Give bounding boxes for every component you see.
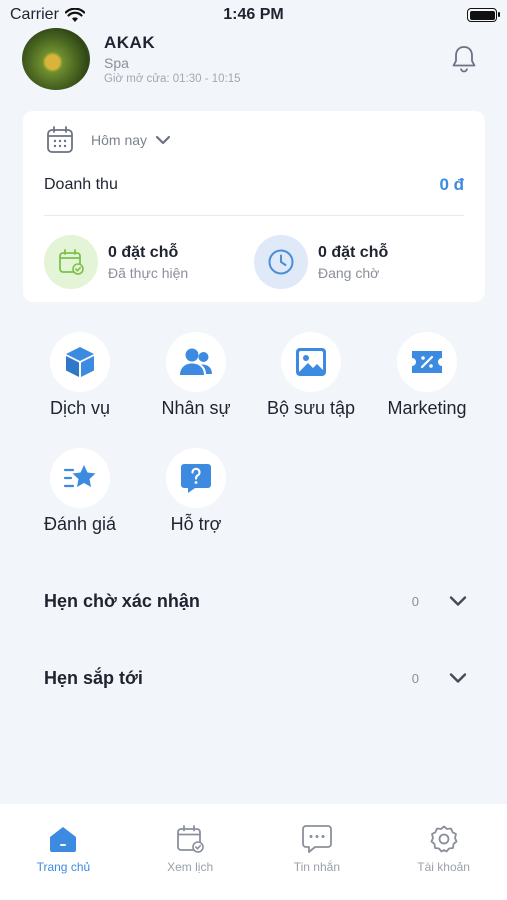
summary-card: Hôm nay Doanh thu 0 đ 0 đặt chỗ Đã thực … <box>23 111 485 302</box>
pending-label: Đang chờ <box>318 264 380 281</box>
upcoming-appointments-title: Hẹn sắp tới <box>44 667 143 688</box>
completed-count: 0 đặt chỗ <box>108 243 179 261</box>
revenue-value: 0 đ <box>439 175 464 194</box>
date-filter-label: Hôm nay <box>91 132 148 148</box>
image-icon <box>296 348 326 376</box>
completed-label: Đã thực hiện <box>108 264 189 281</box>
pending-count: 0 đặt chỗ <box>318 243 389 261</box>
pending-confirmation-count: 0 <box>411 593 419 609</box>
pending-icon-circle <box>254 235 308 289</box>
completed-bookings[interactable]: 0 đặt chỗ Đã thực hiện <box>44 235 188 289</box>
shop-name: AKAK <box>104 33 156 52</box>
feature-staff-label: Nhân sự <box>161 398 231 418</box>
bottom-tab-bar: Trang chủ Xem lịch Tin nhắn Tài khoản <box>0 804 507 900</box>
home-icon <box>50 827 77 852</box>
battery-icon <box>467 8 500 22</box>
tab-calendar-label: Xem lịch <box>167 860 214 874</box>
pending-confirmation-title: Hẹn chờ xác nhận <box>44 590 200 611</box>
ticket-icon <box>412 351 442 373</box>
tab-home-label: Trang chủ <box>36 860 91 874</box>
calendar-icon <box>47 126 73 153</box>
tab-account-label: Tài khoản <box>417 860 470 874</box>
notification-button[interactable] <box>447 42 481 76</box>
users-icon <box>180 348 212 375</box>
clock-icon <box>268 249 294 275</box>
revenue-label: Doanh thu <box>44 176 118 193</box>
upcoming-appointments-count: 0 <box>411 670 419 686</box>
chat-icon <box>301 825 332 853</box>
chevron-down-icon <box>449 673 467 683</box>
upcoming-appointments-row[interactable]: Hẹn sắp tới 0 <box>44 663 467 693</box>
feature-support[interactable]: Hỗ trợ <box>141 448 251 535</box>
feature-services[interactable]: Dịch vụ <box>25 332 135 419</box>
completed-icon-circle <box>44 235 98 289</box>
chevron-down-icon <box>155 135 171 145</box>
tab-calendar[interactable]: Xem lịch <box>127 804 254 900</box>
avatar[interactable] <box>22 28 90 90</box>
shop-type: Spa <box>104 55 129 71</box>
feature-marketing-label: Marketing <box>387 398 467 418</box>
feature-gallery[interactable]: Bộ sưu tập <box>256 332 366 419</box>
tab-messages-label: Tin nhắn <box>293 860 340 874</box>
revenue-row: Doanh thu 0 đ <box>44 175 464 195</box>
divider <box>44 215 464 216</box>
shop-info: AKAK Spa Giờ mở cửa: 01:30 - 10:15 <box>104 33 447 85</box>
gear-icon <box>430 825 458 853</box>
tab-messages[interactable]: Tin nhắn <box>254 804 381 900</box>
feature-reviews[interactable]: Đánh giá <box>25 448 135 535</box>
open-hours: Giờ mở cửa: 01:30 - 10:15 <box>104 73 241 85</box>
feature-reviews-label: Đánh giá <box>43 514 117 534</box>
feature-services-label: Dịch vụ <box>49 398 111 418</box>
chevron-down-icon <box>449 596 467 606</box>
feature-marketing[interactable]: Marketing <box>372 332 482 419</box>
star-list-icon <box>63 465 96 488</box>
feature-staff[interactable]: Nhân sự <box>141 332 251 419</box>
carrier-info: Carrier <box>10 6 85 24</box>
carrier-label: Carrier <box>10 6 59 23</box>
date-filter[interactable]: Hôm nay <box>45 125 171 155</box>
pending-bookings[interactable]: 0 đặt chỗ Đang chờ <box>254 235 388 289</box>
pending-confirmation-row[interactable]: Hẹn chờ xác nhận 0 <box>44 586 467 616</box>
tab-account[interactable]: Tài khoản <box>380 804 507 900</box>
help-chat-icon <box>181 464 211 493</box>
cube-icon <box>66 347 94 377</box>
feature-gallery-label: Bộ sưu tập <box>266 398 356 418</box>
calendar-icon <box>177 825 204 853</box>
feature-support-label: Hỗ trợ <box>170 514 222 534</box>
wifi-icon <box>64 7 85 22</box>
bell-icon <box>452 46 476 73</box>
shop-header: AKAK Spa Giờ mở cửa: 01:30 - 10:15 <box>22 26 485 92</box>
tab-home[interactable]: Trang chủ <box>0 804 127 900</box>
calendar-check-icon <box>59 249 84 275</box>
